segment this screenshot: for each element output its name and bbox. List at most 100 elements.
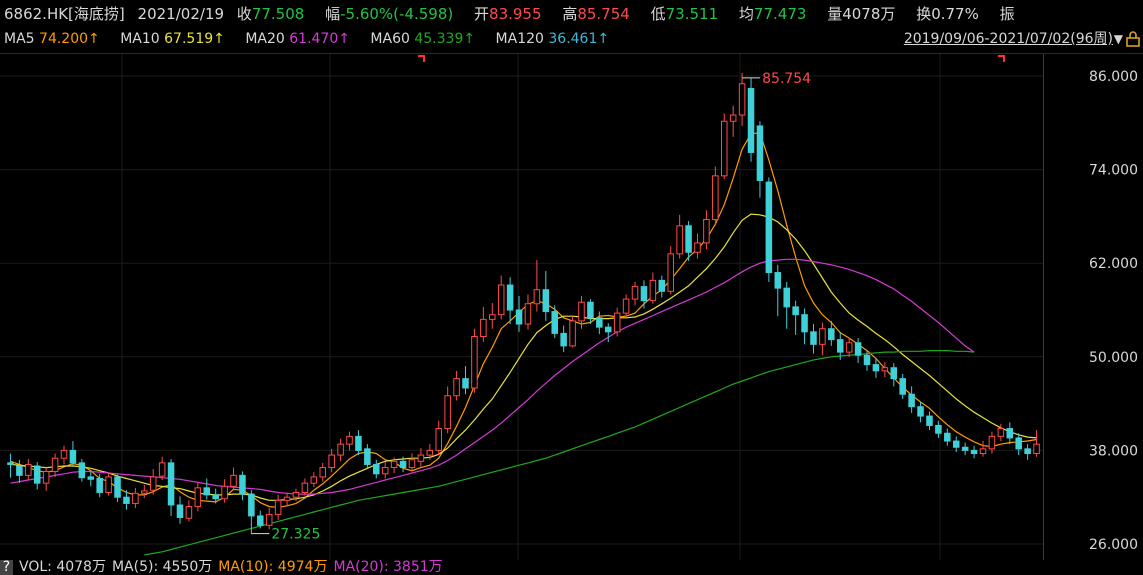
ma10-value: 67.519↑ <box>164 31 225 47</box>
candle <box>533 260 541 312</box>
candle-body <box>310 476 318 484</box>
candle <box>952 436 960 452</box>
ma60-value: 45.339↑ <box>414 31 476 47</box>
candle-body <box>355 435 362 451</box>
candle <box>524 294 532 330</box>
candle-body <box>622 298 630 314</box>
candle <box>979 441 987 457</box>
y-tick-label: 38.000 <box>1089 443 1138 459</box>
candle-body <box>854 342 862 356</box>
candle <box>703 210 710 250</box>
candle-body <box>408 459 416 469</box>
candle <box>506 277 514 325</box>
ma-line-ma5 <box>10 132 1037 508</box>
candle <box>774 264 782 317</box>
candle-body <box>872 364 880 372</box>
candle <box>810 324 817 354</box>
candle <box>845 338 853 357</box>
candle-body <box>230 474 237 487</box>
help-icon[interactable]: ? <box>0 560 13 575</box>
candle-body <box>123 496 130 504</box>
candle-body <box>863 354 871 366</box>
candle-body <box>524 303 532 325</box>
candle-body <box>658 279 666 292</box>
candle <box>69 441 77 467</box>
candle-body <box>587 301 594 319</box>
candle <box>944 428 951 446</box>
candle <box>78 458 86 482</box>
low-label: 低 <box>650 5 666 23</box>
candle <box>631 281 639 306</box>
candle-body <box>16 465 23 476</box>
candle-body <box>364 448 371 465</box>
candle-body <box>497 284 505 316</box>
candle-body <box>42 470 50 484</box>
candle <box>640 280 648 309</box>
candle-body <box>426 449 434 456</box>
candle <box>158 456 166 481</box>
candle <box>596 311 603 335</box>
candle-body <box>997 428 1005 437</box>
candle-body <box>649 279 657 302</box>
candle <box>319 462 327 482</box>
price-axis: 86.000 74.000 62.000 50.000 38.000 26.000 <box>1089 69 1138 553</box>
candle-body <box>515 309 523 325</box>
candle-body <box>961 446 969 451</box>
candle <box>515 295 523 332</box>
candle-body <box>257 515 264 526</box>
candle-body <box>1015 437 1022 450</box>
candle-body <box>845 342 853 353</box>
lock-icon[interactable] <box>1126 31 1140 47</box>
open-value: 83.955 <box>489 5 542 23</box>
candle <box>970 445 978 459</box>
change-value: -5.60%(-4.598) <box>340 5 454 23</box>
candle <box>346 431 353 451</box>
candle <box>203 478 211 500</box>
candle-body <box>952 440 960 448</box>
candle-body <box>7 462 14 465</box>
candle <box>33 462 41 490</box>
candle <box>854 338 862 364</box>
candle <box>364 444 371 470</box>
ma120-value: 36.461↑ <box>548 31 610 47</box>
date-range-selector[interactable]: 2019/09/06-2021/07/02(96周) <box>904 28 1113 50</box>
close-label: 收 <box>236 5 252 23</box>
chevron-down-icon[interactable]: ▼ <box>1114 28 1123 50</box>
candle-body <box>970 449 978 455</box>
candle-body <box>667 253 674 292</box>
candle <box>194 481 202 512</box>
candle <box>658 275 666 298</box>
vol-value: VOL: 4078万 <box>19 559 106 575</box>
candle-body <box>836 339 844 353</box>
candle-body <box>738 83 746 116</box>
candle <box>42 467 50 491</box>
candle-body <box>720 120 728 177</box>
amplitude-label: 振 <box>999 5 1015 23</box>
candle <box>435 420 443 456</box>
change-label: 幅 <box>325 5 341 23</box>
stock-code[interactable]: 6862.HK[海底捞] <box>4 5 125 23</box>
candle <box>587 299 594 325</box>
open-label: 开 <box>474 5 490 23</box>
candle <box>355 430 362 456</box>
candle-body <box>899 378 906 395</box>
candle <box>667 246 674 295</box>
candle-body <box>444 395 451 430</box>
y-tick-label: 62.000 <box>1089 256 1138 272</box>
candle-body <box>542 289 550 313</box>
candle-body <box>87 476 95 480</box>
candlestick-chart[interactable]: 86.000 74.000 62.000 50.000 38.000 26.000 85.… <box>0 54 1143 560</box>
ma-line-ma20 <box>10 258 975 495</box>
candle-body <box>917 406 924 417</box>
quote-header: 6862.HK[海底捞] 2021/02/19 收77.508 幅-5.60%(… <box>4 3 1015 25</box>
candle <box>542 271 550 321</box>
candle <box>908 386 915 413</box>
candle-body <box>462 378 469 389</box>
min-price-label: 27.325 <box>271 527 320 543</box>
corner-marker <box>998 55 1005 62</box>
candle-body <box>712 175 719 221</box>
candle-body <box>729 114 737 122</box>
turnover-label: 换 <box>916 5 932 23</box>
turnover-value: 0.77% <box>931 5 979 23</box>
candle-body <box>373 463 380 475</box>
